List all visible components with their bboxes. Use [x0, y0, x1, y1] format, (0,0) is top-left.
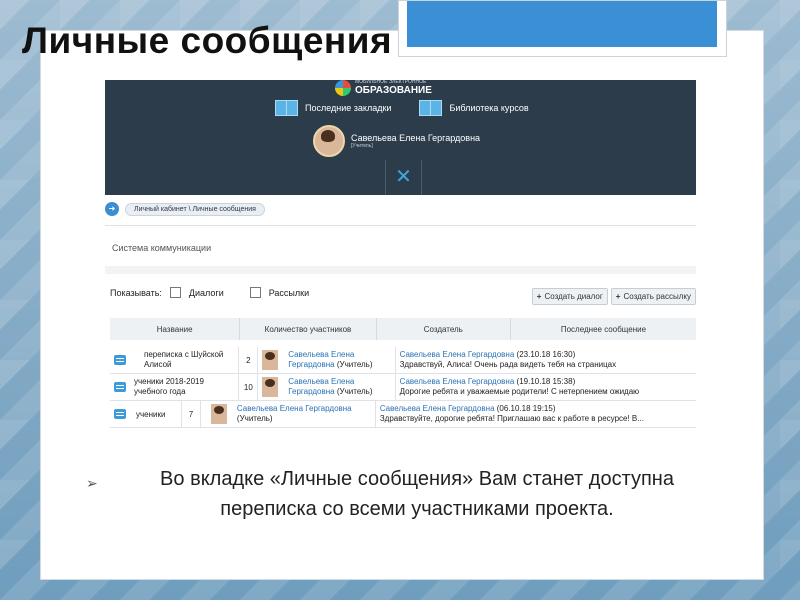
- avatar: [313, 125, 345, 157]
- last-message-date: (19.10.18 15:38): [516, 377, 576, 386]
- logo-mark-icon: [335, 80, 351, 96]
- cell-name: ученики 2018-2019 учебного года: [110, 374, 240, 400]
- header-nav: Последние закладки Библиотека курсов: [275, 100, 529, 116]
- last-author-link[interactable]: Савельева Елена Гергардовна: [380, 404, 495, 413]
- creator-role: (Учитель): [336, 360, 373, 369]
- breadcrumb: ➜ Личный кабинет \ Личные сообщения: [105, 201, 265, 217]
- close-icon[interactable]: ✕: [385, 160, 422, 195]
- avatar: [262, 350, 279, 370]
- library-icon: [419, 100, 443, 116]
- breadcrumb-label: Личный кабинет: [134, 205, 187, 213]
- filter-label: Показывать:: [110, 287, 162, 298]
- creator-role: (Учитель): [336, 387, 373, 396]
- back-arrow-icon[interactable]: ➜: [105, 202, 119, 216]
- slide-title: Личные сообщения: [22, 20, 393, 61]
- app-header: МОБИЛЬНОЕ ЭЛЕКТРОННОЕ ОБРАЗОВАНИЕ Послед…: [105, 80, 696, 195]
- last-message-text: Дорогие ребята и уважаемые родители! С н…: [399, 387, 640, 396]
- last-message-text: Здравствуйте, дорогие ребята! Приглашаю …: [379, 414, 644, 423]
- cell-last-message: Савельева Елена Гергардовна (19.10.18 15…: [396, 374, 696, 400]
- dialog-name: ученики 2018-2019 учебного года: [134, 377, 204, 396]
- cell-last-message: Савельева Елена Гергардовна (23.10.18 16…: [396, 347, 696, 373]
- decorative-corner-fill: [407, 1, 717, 47]
- user-name: Савельева Елена Гергардовна: [351, 133, 481, 143]
- last-author-link[interactable]: Савельева Елена Гергардовна: [400, 377, 515, 386]
- nav-item-label: Библиотека курсов: [449, 103, 529, 113]
- dialogs-checkbox-label: Диалоги: [188, 287, 224, 298]
- column-header-creator[interactable]: Создатель: [377, 318, 511, 340]
- create-mailing-button[interactable]: + Создать рассылку: [610, 288, 696, 305]
- nav-item-label: Последние закладки: [305, 103, 392, 113]
- bookmarks-icon: [275, 100, 298, 116]
- creator-link[interactable]: Савельева Елена Гергардовна: [237, 404, 352, 413]
- table-row[interactable]: ученики 7 Савельева Елена Гергардовна (У…: [110, 401, 696, 428]
- avatar: [262, 377, 279, 397]
- section-title: Система коммуникации: [112, 243, 212, 253]
- message-icon: [114, 355, 126, 365]
- bullet-text: Во вкладке «Личные сообщения» Вам станет…: [160, 468, 674, 520]
- action-buttons: + Создать диалог + Создать рассылку: [531, 288, 696, 305]
- cell-creator: Савельева Елена Гергардовна (Учитель): [258, 374, 396, 400]
- cell-count: 7: [182, 401, 201, 427]
- message-icon: [114, 409, 126, 419]
- logo-title: ОБРАЗОВАНИЕ: [355, 85, 432, 96]
- plus-icon: +: [536, 292, 542, 301]
- bullet-arrow-icon: ➢: [86, 475, 98, 491]
- user-profile[interactable]: Савельева Елена Гергардовна [Учитель]: [313, 125, 480, 157]
- cell-name: ученики: [110, 401, 183, 427]
- app-logo[interactable]: МОБИЛЬНОЕ ЭЛЕКТРОННОЕ ОБРАЗОВАНИЕ: [335, 80, 432, 96]
- message-icon: [114, 382, 126, 392]
- user-role: [Учитель]: [351, 143, 373, 149]
- cell-count: 10: [239, 374, 259, 400]
- avatar: [210, 404, 227, 424]
- cell-creator: Савельева Елена Гергардовна (Учитель): [258, 347, 396, 373]
- column-header-last-message[interactable]: Последнее сообщение: [511, 318, 696, 340]
- cell-creator: Савельева Елена Гергардовна (Учитель): [201, 401, 376, 427]
- breadcrumb-item-cabinet[interactable]: Личный кабинет \ Личные сообщения: [125, 202, 265, 216]
- dialogs-checkbox[interactable]: [169, 287, 181, 298]
- creator-role: (Учитель): [236, 414, 273, 423]
- table-row[interactable]: ученики 2018-2019 учебного года 10 Савел…: [110, 374, 696, 401]
- button-label: Создать рассылку: [623, 292, 691, 301]
- mailings-checkbox[interactable]: [249, 287, 261, 298]
- cell-last-message: Савельева Елена Гергардовна (06.10.18 19…: [376, 401, 696, 427]
- cell-count: 2: [239, 347, 259, 373]
- last-author-link[interactable]: Савельева Елена Гергардовна: [400, 350, 515, 359]
- section-separator: [105, 266, 696, 274]
- nav-item-library[interactable]: Библиотека курсов: [419, 100, 529, 116]
- table-row[interactable]: переписка с Шуйской Алисой 2 Савельева Е…: [110, 347, 696, 374]
- last-message-text: Здравствуй, Алиса! Очень рада видеть теб…: [399, 360, 617, 369]
- decorative-corner-box: [398, 0, 727, 57]
- table-header: Название Количество участников Создатель…: [110, 318, 696, 340]
- last-message-date: (06.10.18 19:15): [496, 404, 556, 413]
- button-label: Создать диалог: [544, 292, 603, 301]
- app-screenshot: МОБИЛЬНОЕ ЭЛЕКТРОННОЕ ОБРАЗОВАНИЕ Послед…: [105, 80, 696, 428]
- mailings-checkbox-label: Рассылки: [268, 287, 310, 298]
- divider: [105, 225, 696, 226]
- dialog-name: ученики: [136, 409, 166, 419]
- filter-bar: Показывать: Диалоги Рассылки: [110, 287, 309, 298]
- create-dialog-button[interactable]: + Создать диалог: [531, 288, 608, 305]
- breadcrumb-label: Личные сообщения: [192, 205, 256, 213]
- column-header-count[interactable]: Количество участников: [240, 318, 377, 340]
- dialog-name: переписка с Шуйской Алисой: [144, 350, 224, 369]
- nav-item-bookmarks[interactable]: Последние закладки: [275, 100, 391, 116]
- column-header-name[interactable]: Название: [110, 318, 241, 340]
- last-message-date: (23.10.18 16:30): [516, 350, 576, 359]
- cell-name: переписка с Шуйской Алисой: [110, 347, 240, 373]
- plus-icon: +: [615, 292, 621, 301]
